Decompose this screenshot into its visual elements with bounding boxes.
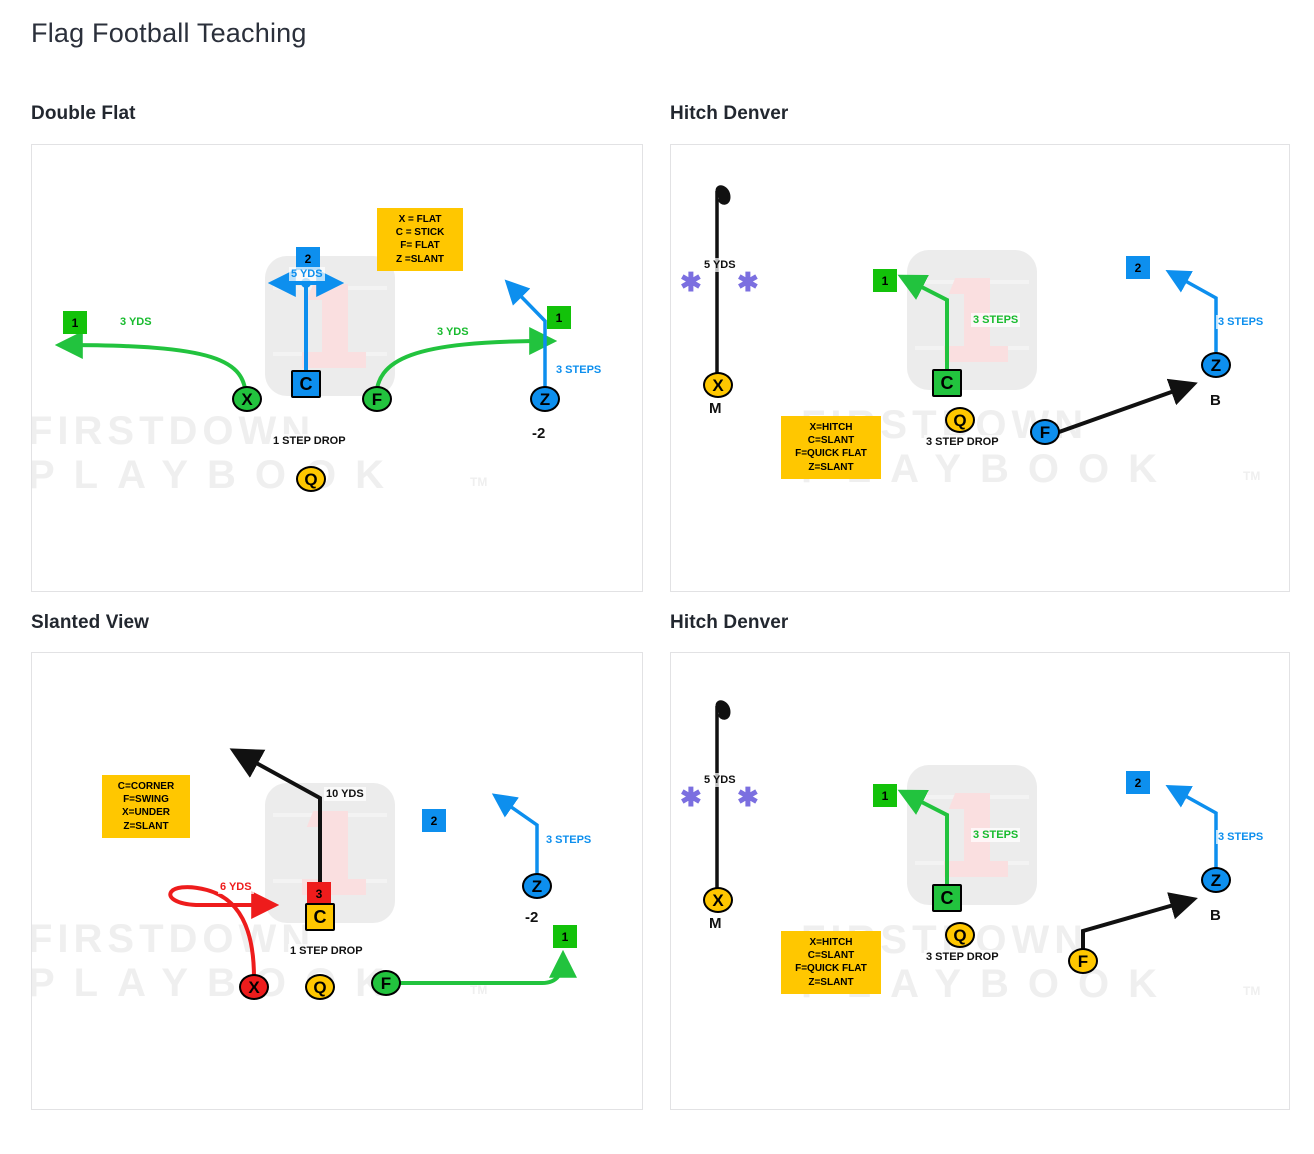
- route-chip-z[interactable]: 2: [1126, 256, 1150, 279]
- route-chip-x[interactable]: 1: [63, 311, 87, 334]
- play-diagram-hitch-denver-top[interactable]: FIRSTDOWN PLAYBOOK TM ✱ ✱ 1 2 X C Q F Z …: [670, 144, 1290, 592]
- label-qb-drop: 3 STEP DROP: [924, 950, 1001, 965]
- label-qb-drop: 1 STEP DROP: [288, 944, 365, 959]
- player-c[interactable]: C: [932, 884, 962, 912]
- legend-box: X=HITCH C=SLANT F=QUICK FLAT Z=SLANT: [781, 931, 881, 994]
- label-x-depth: 5 YDS: [702, 773, 738, 788]
- player-c[interactable]: C: [932, 369, 962, 397]
- player-c[interactable]: C: [305, 903, 335, 931]
- label-z-assignment: B: [1208, 907, 1223, 926]
- label-x-depth: 6 YDS: [218, 880, 254, 895]
- label-c-steps: 3 STEPS: [971, 828, 1021, 843]
- defender-asterisk-right: ✱: [737, 267, 759, 297]
- player-q[interactable]: Q: [945, 407, 975, 433]
- label-z-steps: 3 STEPS: [1216, 830, 1266, 845]
- legend-box: C=CORNER F=SWING X=UNDER Z=SLANT: [102, 775, 190, 838]
- route-chip-z[interactable]: 2: [1126, 771, 1150, 794]
- player-f[interactable]: F: [371, 970, 401, 996]
- label-z-split: -2: [523, 909, 541, 928]
- play-diagram-slanted-view[interactable]: FIRSTDOWN PLAYBOOK TM 3 2 1 X C Q F Z 10…: [31, 652, 643, 1110]
- defender-asterisk-right: ✱: [737, 782, 759, 812]
- route-chip-x[interactable]: 3: [307, 882, 331, 905]
- player-z[interactable]: Z: [530, 386, 560, 412]
- panel-title-double-flat: Double Flat: [31, 103, 136, 124]
- player-x[interactable]: X: [703, 372, 733, 398]
- route-chip-f[interactable]: 1: [553, 925, 577, 948]
- player-q[interactable]: Q: [305, 974, 335, 1000]
- player-f[interactable]: F: [1068, 948, 1098, 974]
- route-lines-hitch-denver-top: [715, 185, 1218, 434]
- panel-title-hitch-denver-top: Hitch Denver: [670, 103, 789, 124]
- legend-box: X = FLAT C = STICK F= FLAT Z =SLANT: [377, 208, 463, 271]
- label-x-assignment: M: [707, 400, 724, 419]
- player-x[interactable]: X: [239, 974, 269, 1000]
- page-title: Flag Football Teaching: [31, 18, 307, 48]
- panel-title-slanted-view: Slanted View: [31, 612, 150, 633]
- legend-box: X=HITCH C=SLANT F=QUICK FLAT Z=SLANT: [781, 416, 881, 479]
- route-chip-c[interactable]: 1: [873, 269, 897, 292]
- player-x[interactable]: X: [703, 887, 733, 913]
- label-c-depth: 5 YDS: [289, 267, 325, 282]
- defender-asterisk-left: ✱: [680, 782, 702, 812]
- label-z-steps: 3 STEPS: [544, 833, 594, 848]
- label-f-depth: 3 YDS: [435, 325, 471, 340]
- label-z-steps: 3 STEPS: [554, 363, 604, 378]
- route-lines-hitch-denver-bottom: [715, 700, 1218, 958]
- player-z[interactable]: Z: [1201, 352, 1231, 378]
- player-q[interactable]: Q: [945, 922, 975, 948]
- player-z[interactable]: Z: [1201, 867, 1231, 893]
- label-x-depth: 3 YDS: [118, 315, 154, 330]
- label-c-steps: 3 STEPS: [971, 313, 1021, 328]
- play-diagram-hitch-denver-bottom[interactable]: FIRSTDOWN PLAYBOOK TM ✱ ✱ 1 2 X C Q F Z …: [670, 652, 1290, 1110]
- route-lines-double-flat: [54, 269, 558, 400]
- label-z-split: -2: [530, 425, 548, 444]
- player-z[interactable]: Z: [522, 873, 552, 899]
- player-x[interactable]: X: [232, 386, 262, 412]
- label-qb-drop: 1 STEP DROP: [271, 434, 348, 449]
- label-qb-drop: 3 STEP DROP: [924, 435, 1001, 450]
- player-f[interactable]: F: [1030, 419, 1060, 445]
- label-x-assignment: M: [707, 915, 724, 934]
- play-diagram-double-flat[interactable]: FIRSTDOWN PLAYBOOK TM 1 2 1 X C F Z Q 3 …: [31, 144, 643, 592]
- label-x-depth: 5 YDS: [702, 258, 738, 273]
- route-chip-z[interactable]: 2: [422, 809, 446, 832]
- player-c[interactable]: C: [291, 370, 321, 398]
- route-chip-c[interactable]: 1: [873, 784, 897, 807]
- label-z-assignment: B: [1208, 392, 1223, 411]
- route-chip-f[interactable]: 1: [547, 306, 571, 329]
- player-q[interactable]: Q: [296, 466, 326, 492]
- panel-title-hitch-denver-bottom: Hitch Denver: [670, 612, 789, 633]
- player-f[interactable]: F: [362, 386, 392, 412]
- label-c-depth: 10 YDS: [324, 787, 366, 802]
- defender-asterisk-left: ✱: [680, 267, 702, 297]
- label-z-steps: 3 STEPS: [1216, 315, 1266, 330]
